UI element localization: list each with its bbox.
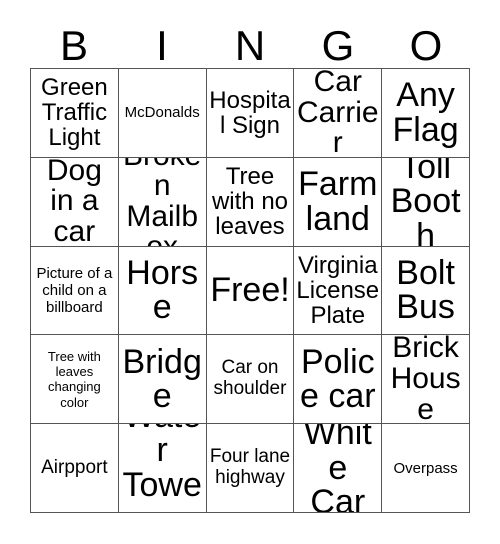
bingo-cell-label: Dog in a car <box>46 157 102 247</box>
bingo-cell-r2c4[interactable]: Farm land <box>294 157 383 247</box>
bingo-cell-r1c2[interactable]: McDonalds <box>118 69 207 158</box>
bingo-cell-label: Car Carrier <box>296 69 379 158</box>
bingo-cell-label: Tree with no leaves <box>211 162 289 241</box>
bingo-cell-r3c2[interactable]: Horse <box>118 246 207 336</box>
bingo-cell-label: Tree with leaves changing color <box>47 348 101 410</box>
bingo-header-letter-b: B <box>59 22 88 69</box>
bingo-cell-r1c5[interactable]: Any Flag <box>382 69 470 158</box>
bingo-cell-label: Picture of a child on a billboard <box>36 264 113 317</box>
bingo-cell-r2c1[interactable]: Dog in a car <box>31 157 119 247</box>
bingo-cell-label: Any Flag <box>392 76 459 149</box>
bingo-header-row: B I N G O <box>30 16 470 68</box>
bingo-cell-label: Car on shoulder <box>213 357 287 400</box>
bingo-cell-r4c2[interactable]: Bridge <box>118 335 207 425</box>
bingo-cell-r2c2[interactable]: Broken Mailbox <box>118 157 207 247</box>
bingo-cell-r1c1[interactable]: Green Traffic Light <box>31 69 119 158</box>
bingo-cell-label: Bolt Bus <box>396 253 455 327</box>
bingo-cell-label: Horse <box>126 253 199 327</box>
bingo-cell-label: White Car <box>303 424 372 513</box>
bingo-header-letter-o: O <box>409 22 443 69</box>
bingo-cell-label: Overpass <box>393 459 458 477</box>
bingo-cell-label: Farm land <box>298 165 378 238</box>
bingo-cell-label: Police car <box>299 342 376 416</box>
bingo-cell-r2c3[interactable]: Tree with no leaves <box>206 157 295 247</box>
bingo-cell-r1c3[interactable]: Hospital Sign <box>206 69 295 158</box>
bingo-cell-label: Toll Booth <box>390 157 461 247</box>
bingo-cell-r1c4[interactable]: Car Carrier <box>294 69 383 158</box>
bingo-cell-r4c5[interactable]: Brick House <box>382 335 470 425</box>
bingo-cell-label: Free! <box>210 271 290 310</box>
bingo-cell-r4c3[interactable]: Car on shoulder <box>206 335 295 425</box>
bingo-cell-label: Hospital Sign <box>209 86 291 139</box>
bingo-cell-r4c1[interactable]: Tree with leaves changing color <box>31 335 119 425</box>
bingo-cell-r5c3[interactable]: Four lane highway <box>206 424 295 513</box>
bingo-header-letter-n: N <box>234 22 266 69</box>
bingo-cell-r3c5[interactable]: Bolt Bus <box>382 246 470 336</box>
bingo-cell-label: Water Tower <box>122 424 202 512</box>
bingo-cell-label: McDonalds <box>124 104 200 122</box>
bingo-header-letter-g: G <box>321 22 355 69</box>
bingo-cell-r2c5[interactable]: Toll Booth <box>382 157 470 247</box>
bingo-grid: Green Traffic Light McDonalds Hospital S… <box>30 68 470 513</box>
bingo-cell-r4c4[interactable]: Police car <box>294 335 383 425</box>
bingo-cell-label: Brick House <box>390 335 461 425</box>
bingo-cell-r5c2[interactable]: Water Tower <box>118 424 207 513</box>
bingo-cell-r5c1[interactable]: Airpport <box>31 424 119 513</box>
bingo-cell-r5c4[interactable]: White Car <box>294 424 383 513</box>
bingo-cell-label: Broken Mailbox <box>123 158 201 246</box>
bingo-cell-label: Airpport <box>41 456 108 478</box>
bingo-header-letter-i: I <box>156 22 168 69</box>
bingo-cell-r3c1[interactable]: Picture of a child on a billboard <box>31 246 119 336</box>
bingo-cell-label: Virginia License Plate <box>296 251 380 330</box>
bingo-cell-label: Green Traffic Light <box>41 74 108 152</box>
bingo-cell-label: Four lane highway <box>209 446 291 489</box>
bingo-cell-r3c4[interactable]: Virginia License Plate <box>294 246 383 336</box>
bingo-card: B I N G O Green Traffic Light McDonalds … <box>0 0 500 544</box>
bingo-cell-label: Bridge <box>122 342 202 416</box>
bingo-cell-r5c5[interactable]: Overpass <box>382 424 470 513</box>
bingo-cell-free-space[interactable]: Free! <box>206 246 295 336</box>
